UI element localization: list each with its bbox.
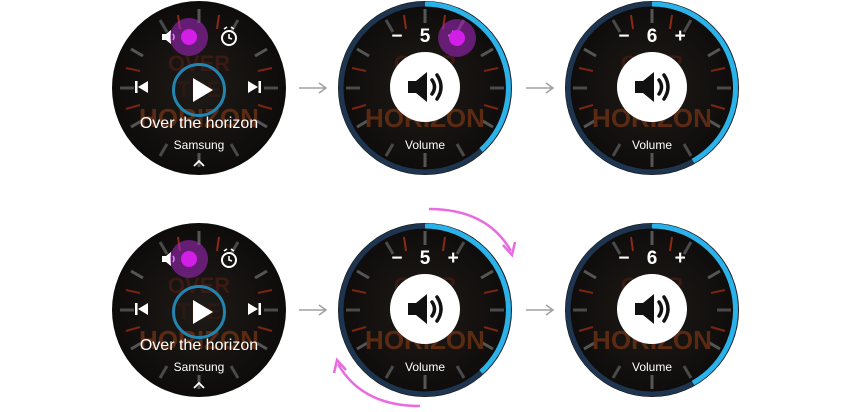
play-button[interactable] bbox=[172, 63, 226, 117]
mute-button[interactable] bbox=[390, 52, 460, 122]
volume-stepper: − 5 + bbox=[338, 26, 512, 48]
play-icon bbox=[193, 78, 213, 102]
mute-button[interactable] bbox=[617, 52, 687, 122]
volume-label: Volume bbox=[404, 138, 446, 152]
song-title: Over the horizon bbox=[139, 337, 259, 354]
right-arrow-icon bbox=[299, 304, 327, 316]
volume-screen: − 6 + Volume bbox=[565, 1, 739, 175]
volume-decrease-button[interactable]: − bbox=[618, 26, 629, 48]
artist-name: Samsung bbox=[173, 360, 225, 374]
volume-stepper: − 6 + bbox=[565, 26, 739, 48]
volume-label: Volume bbox=[631, 360, 673, 374]
volume-label: Volume bbox=[631, 138, 673, 152]
chevron-up-icon[interactable] bbox=[192, 154, 206, 172]
play-button[interactable] bbox=[172, 285, 226, 339]
volume-increase-button[interactable]: + bbox=[675, 248, 686, 270]
alarm-clock-icon[interactable] bbox=[219, 26, 239, 53]
rotate-clockwise-icon bbox=[428, 207, 517, 258]
previous-track-icon[interactable] bbox=[134, 79, 150, 100]
speaker-icon bbox=[406, 292, 443, 326]
play-icon bbox=[193, 300, 213, 324]
rotate-clockwise-icon bbox=[332, 357, 421, 408]
volume-value: 6 bbox=[646, 248, 658, 269]
mute-button[interactable] bbox=[617, 274, 687, 344]
volume-value: 5 bbox=[419, 26, 431, 47]
music-player-screen: Over the horizon Samsung bbox=[112, 1, 286, 175]
volume-decrease-button[interactable]: − bbox=[391, 248, 402, 270]
speaker-icon bbox=[633, 292, 670, 326]
volume-value: 6 bbox=[646, 26, 658, 47]
next-track-icon[interactable] bbox=[246, 301, 262, 322]
touch-indicator bbox=[438, 19, 476, 57]
next-track-icon[interactable] bbox=[246, 79, 262, 100]
speaker-icon bbox=[406, 70, 443, 104]
right-arrow-icon bbox=[299, 82, 327, 94]
volume-screen: − 6 + Volume bbox=[565, 223, 739, 397]
right-arrow-icon bbox=[526, 82, 554, 94]
chevron-up-icon[interactable] bbox=[192, 376, 206, 394]
music-player-screen: Over the horizon Samsung bbox=[112, 223, 286, 397]
song-title: Over the horizon bbox=[139, 115, 259, 132]
volume-stepper: − 6 + bbox=[565, 248, 739, 270]
volume-screen: − 5 + Volume bbox=[338, 1, 512, 175]
artist-name: Samsung bbox=[173, 138, 225, 152]
touch-indicator bbox=[170, 18, 208, 56]
touch-indicator bbox=[170, 240, 208, 278]
alarm-clock-icon[interactable] bbox=[219, 248, 239, 275]
previous-track-icon[interactable] bbox=[134, 301, 150, 322]
volume-increase-button[interactable]: + bbox=[675, 26, 686, 48]
right-arrow-icon bbox=[526, 304, 554, 316]
volume-decrease-button[interactable]: − bbox=[391, 26, 402, 48]
mute-button[interactable] bbox=[390, 274, 460, 344]
volume-decrease-button[interactable]: − bbox=[618, 248, 629, 270]
speaker-icon bbox=[633, 70, 670, 104]
